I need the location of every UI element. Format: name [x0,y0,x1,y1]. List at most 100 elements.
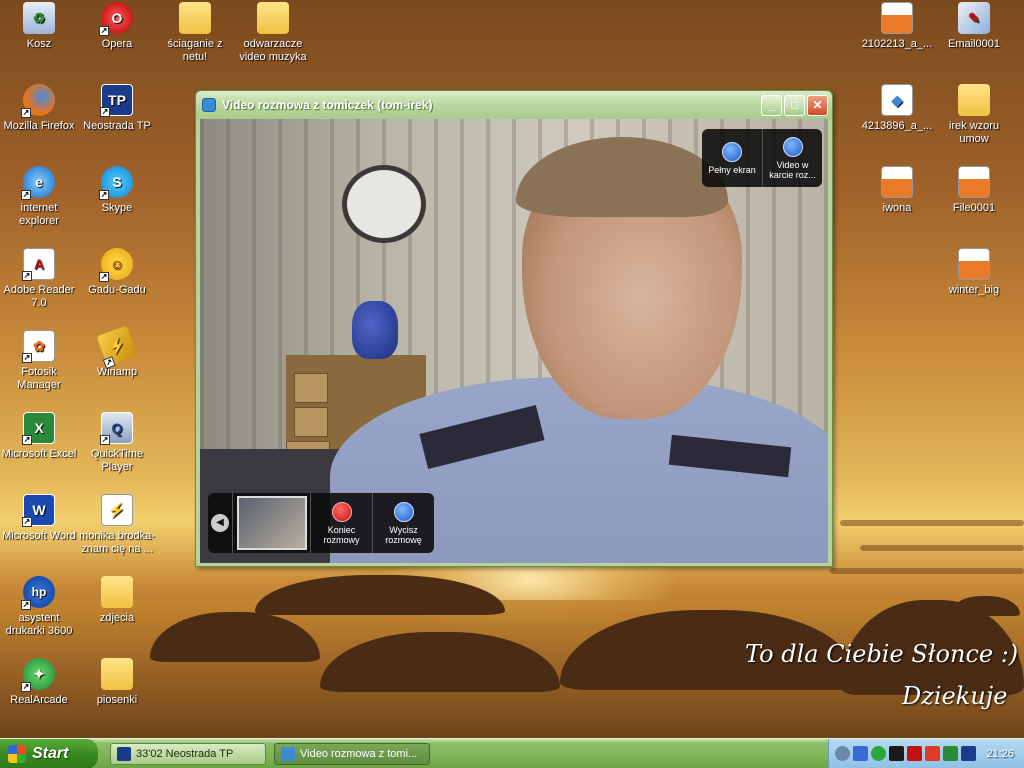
desktop-icon-folder-irek[interactable]: irek wzoru umow [935,84,1013,146]
mute-button[interactable]: Wycisz rozmowę [372,493,434,553]
desktop-icon-folder-zdjecia[interactable]: zdjecia [78,576,156,625]
desktop-icon-skype[interactable]: S ↗ Skype [78,166,156,215]
desktop-icon-realarcade[interactable]: ✦ ↗ RealArcade [0,658,78,707]
end-call-label: Koniec rozmowy [323,524,360,545]
video-call-icon [281,746,295,761]
desktop-icon-neostrada[interactable]: TP ↗ Neostrada TP [78,84,156,133]
start-button[interactable]: Start [0,738,98,768]
window-titlebar[interactable]: Video rozmowa z tomiczek (tom-irek) _ □ … [196,91,832,119]
folder-icon [101,658,133,690]
desktop-icon-hp-assistant[interactable]: hp ↗ asystent drukarki 3600 [0,576,78,638]
desktop-icon-image-2102213[interactable]: 2102213_a_... [857,2,937,51]
desktop-icon-winamp[interactable]: ⚡ ↗ Winamp [78,325,156,379]
video-call-icon [202,98,216,112]
desktop-icon-label: Gadu-Gadu [88,284,146,296]
video-call-window[interactable]: Video rozmowa z tomiczek (tom-irek) _ □ … [195,90,833,567]
image-file-icon [958,166,990,198]
view-controls: Pełny ekran Video w karcie roz... [702,129,822,187]
task-label: 33'02 Neostrada TP [136,747,234,760]
network-icon[interactable] [853,746,868,761]
desktop-icon-fotosik[interactable]: ✿ ↗ Fotosik Manager [0,330,78,392]
desktop-icon-gadu-gadu[interactable]: ☺ ↗ Gadu-Gadu [78,248,156,297]
desktop-icon-opera[interactable]: O ↗ Opera [78,2,156,51]
desktop-icon-label: RealArcade [10,694,68,706]
hang-up-icon [331,501,352,522]
desktop-icon-folder-piosenki[interactable]: piosenki [78,658,156,707]
desktop-icon-folder-sciaganie[interactable]: ściaganie z netu! [156,2,234,64]
minimize-button[interactable]: _ [761,94,782,116]
excel-icon: X ↗ [22,412,55,445]
taskbar-item-video-call[interactable]: Video rozmowa z tomi... [274,742,430,765]
window-title: Video rozmowa z tomiczek (tom-irek) [222,98,433,112]
paint-file-icon: ✎ [958,2,990,34]
desktop-icon-label: 4213896_a_... [861,120,933,132]
neostrada-icon [117,746,131,761]
desktop-icon-internet-explorer[interactable]: e ↗ internet explorer [0,166,78,228]
collapse-controls-button[interactable]: ◀ [208,493,232,553]
self-preview-video [236,496,307,550]
system-clock[interactable]: 21:26 [986,748,1014,760]
desktop-icon-winter-big[interactable]: winter_big [935,248,1013,297]
desktop-icon-label: File0001 [952,202,996,214]
video-in-tab-button[interactable]: Video w karcie roz... [762,129,822,187]
shelf-box [294,373,328,403]
desktop-icon-adobe-reader[interactable]: A ↗ Adobe Reader 7.0 [0,248,78,310]
internet-explorer-icon: e ↗ [21,166,55,200]
mute-label: Wycisz rozmowę [385,524,422,545]
shelf-box [294,407,328,437]
desktop-icon-monika-brodka[interactable]: ⚡ monika brodka-znam cię na ... [78,494,156,556]
desktop-icon-label: piosenki [96,694,138,706]
close-button[interactable]: ✕ [807,94,828,116]
desktop-icon-email0001[interactable]: ✎ Email0001 [935,2,1013,51]
microphone-icon [393,501,414,522]
taskbar-item-neostrada[interactable]: 33'02 Neostrada TP [110,742,266,765]
desktop-icon-iwona[interactable]: iwona [857,166,937,215]
recycle-bin-icon: ♻ [23,2,55,34]
desktop-icon-label: Winamp [96,366,138,378]
end-call-button[interactable]: Koniec rozmowy [310,493,372,553]
winamp-icon: ⚡ ↗ [96,325,138,370]
show-hidden-icons-button[interactable] [835,746,850,761]
desktop-icon-label: irek wzoru umow [948,120,1000,145]
desktop-icon-label: Opera [101,38,133,50]
desktop-icon-label: Neostrada TP [83,120,151,132]
desktop-icon-firefox[interactable]: ↗ Mozilla Firefox [0,84,78,133]
wallpaper-text-line2: Dziekuje [902,682,1008,710]
opera-icon: O ↗ [99,2,133,36]
desktop-icon-label: Kosz [26,38,52,50]
self-preview[interactable] [232,493,310,553]
firewall-icon[interactable] [907,746,922,761]
video-in-tab-label: Video w karcie roz... [769,159,816,180]
gadu-gadu-icon: ☺ ↗ [99,248,133,282]
neostrada-tray-icon[interactable] [961,746,976,761]
desktop-icon-file0001[interactable]: File0001 [935,166,1013,215]
fullscreen-label: Pełny ekran [708,164,756,175]
desktop-icon-image-4213896[interactable]: ◆ 4213896_a_... [857,84,937,133]
desktop-icon-label: Mozilla Firefox [3,120,75,132]
call-controls: ◀ Koniec rozmowy Wycisz rozmowę [208,493,434,553]
neostrada-icon: TP ↗ [100,84,133,117]
desktop-icon-label: Skype [101,202,133,214]
desktop-icon-label: iwona [882,202,912,214]
monitor-icon[interactable] [889,746,904,761]
desktop-icon-label: Microsoft Word [2,530,76,542]
desktop-icon-label: Adobe Reader 7.0 [3,284,75,309]
fullscreen-button[interactable]: Pełny ekran [702,129,762,187]
desktop-icon-excel[interactable]: X ↗ Microsoft Excel [0,412,78,461]
taskbar: Start 33'02 Neostrada TP Video rozmowa z… [0,738,1024,768]
adobe-icon[interactable] [925,746,940,761]
blue-vase [352,301,398,359]
desktop-icon-label: Microsoft Excel [1,448,77,460]
desktop-icon-label: asystent drukarki 3600 [5,612,73,637]
desktop-icon-quicktime[interactable]: Q ↗ QuickTime Player [78,412,156,474]
island [950,596,1020,616]
antivirus-icon[interactable] [871,746,886,761]
tray-app-icon[interactable] [943,746,958,761]
maximize-button[interactable]: □ [784,94,805,116]
fullscreen-icon [722,141,742,162]
desktop-icon-word[interactable]: W ↗ Microsoft Word [0,494,78,543]
desktop-icon-recycle-bin[interactable]: ♻ Kosz [0,2,78,51]
wall-clock [342,165,426,243]
image-file-icon [881,166,913,198]
desktop-icon-folder-odwarzacze[interactable]: odwarzacze video muzyka [234,2,312,64]
